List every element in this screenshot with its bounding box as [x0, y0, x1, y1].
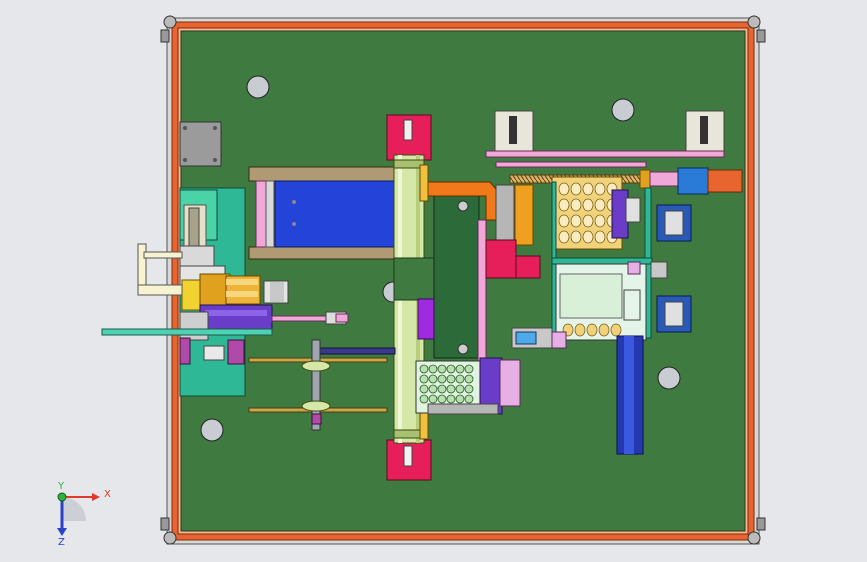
y-axis-label: Y	[57, 481, 65, 492]
y-axis-dot	[57, 492, 67, 502]
x-axis-label: X	[104, 489, 111, 500]
z-axis-label: Z	[58, 537, 65, 548]
nozzle-array-block	[415, 357, 521, 415]
blue-slide-block	[248, 166, 400, 260]
grey-plate	[179, 121, 222, 167]
assembly-top-view[interactable]: X Y Z	[0, 0, 867, 562]
cad-viewport[interactable]: X Y Z	[0, 0, 867, 562]
